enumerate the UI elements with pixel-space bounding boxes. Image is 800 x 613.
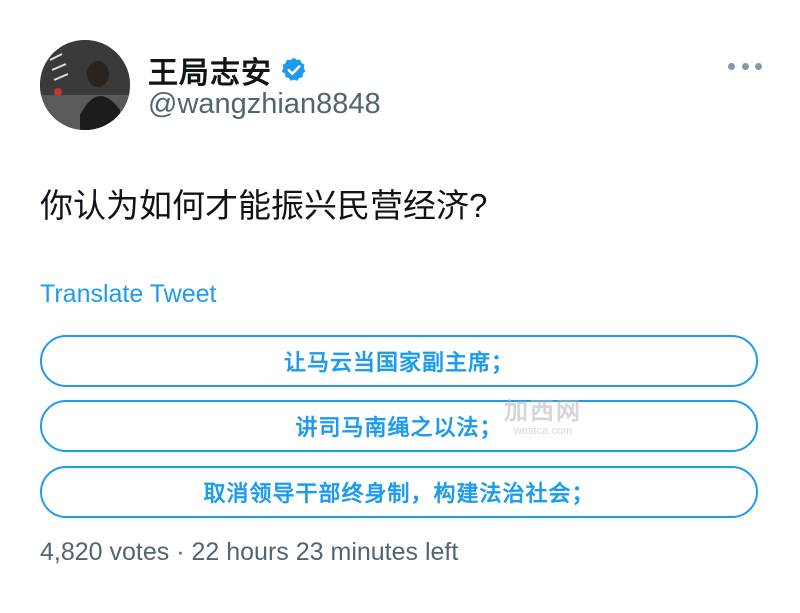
meta-separator: ·: [176, 538, 185, 566]
poll-option-2[interactable]: 讲司马南绳之以法；: [40, 400, 758, 452]
tweet-text: 你认为如何才能振兴民营经济?: [40, 187, 488, 224]
more-dots-icon[interactable]: [728, 58, 762, 74]
author-display-name[interactable]: 王局志安: [148, 48, 272, 92]
avatar[interactable]: [40, 40, 130, 130]
author-name-row: 王局志安: [148, 48, 308, 92]
watermark-sub: westca.com: [513, 425, 573, 437]
author-handle[interactable]: @wangzhian8848: [148, 88, 381, 121]
poll-time-left: 22 hours 23 minutes left: [191, 538, 459, 566]
translate-tweet-link[interactable]: Translate Tweet: [40, 280, 216, 309]
poll-option-1[interactable]: 让马云当国家副主席；: [40, 335, 758, 387]
watermark: 加西网 westca.com: [498, 400, 588, 440]
watermark-main: 加西网: [504, 398, 582, 425]
poll-meta: 4,820 votes · 22 hours 23 minutes left: [40, 538, 458, 567]
poll-option-3[interactable]: 取消领导干部终身制，构建法治社会；: [40, 466, 758, 518]
verified-badge-icon: [280, 56, 308, 84]
avatar-image: [40, 40, 130, 130]
poll-votes: 4,820 votes: [40, 538, 170, 566]
